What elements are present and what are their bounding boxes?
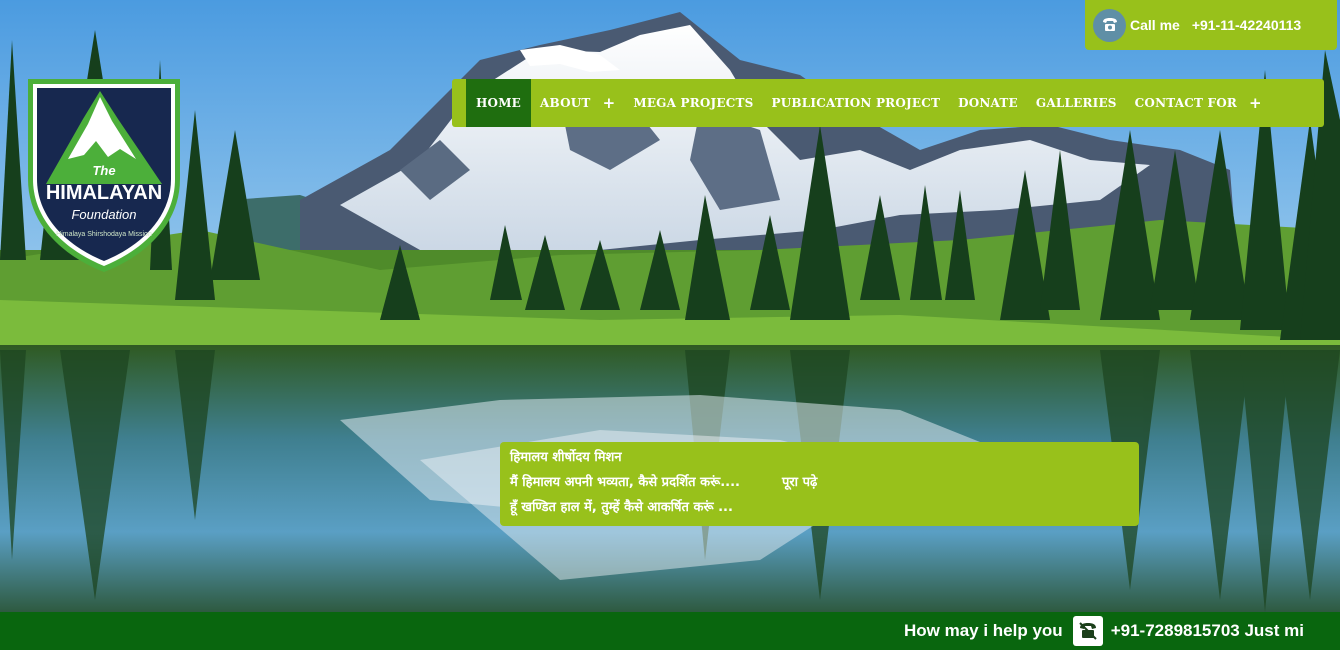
help-contact-number[interactable]: +91-7289815703 Just mi: [1111, 621, 1304, 641]
poem-line-2: हूँ खण्डित हाल में, तुम्हें कैसे आकर्षित…: [510, 500, 733, 515]
nav-galleries[interactable]: GALLERIES: [1027, 79, 1126, 127]
nav-galleries-label: GALLERIES: [1035, 96, 1117, 110]
nav-mega-projects-label: MEGA PROJECTS: [633, 96, 754, 110]
help-ticker-bar: How may i help you +91-7289815703 Just m…: [0, 612, 1340, 650]
poem-line-1-row: मैं हिमालय अपनी भव्यता, कैसे प्रदर्शित क…: [510, 470, 1129, 495]
plus-icon[interactable]: +: [603, 94, 616, 112]
telephone-icon: [1072, 616, 1103, 646]
call-label: Call me: [1130, 17, 1180, 33]
call-box[interactable]: Call me +91-11-42240113: [1085, 0, 1337, 50]
nav-home-label: HOME: [476, 96, 522, 110]
nav-mega-projects[interactable]: MEGA PROJECTS: [624, 79, 762, 127]
nav-home[interactable]: HOME: [466, 79, 532, 127]
logo-text-foundation: Foundation: [71, 207, 137, 222]
logo-arc-text: Himalaya Shirshodaya Mission: [56, 231, 152, 238]
poem-line-1: मैं हिमालय अपनी भव्यता, कैसे प्रदर्शित क…: [510, 475, 740, 490]
read-more-link[interactable]: पूरा पढ़े: [782, 470, 817, 495]
nav-publication-project-label: PUBLICATION PROJECT: [771, 96, 941, 110]
nav-contact-for[interactable]: CONTACT FOR +: [1126, 79, 1271, 127]
call-number-link[interactable]: +91-11-42240113: [1192, 17, 1301, 33]
help-ticker: How may i help you +91-7289815703 Just m…: [904, 612, 1304, 650]
nav-donate-label: DONATE: [958, 96, 1018, 110]
main-navigation: HOME ABOUT + MEGA PROJECTS PUBLICATION P…: [452, 79, 1324, 127]
logo-text-the: The: [92, 163, 116, 178]
phone-icon: [1093, 8, 1126, 42]
poem-excerpt-box: हिमालय शीर्षोदय मिशन मैं हिमालय अपनी भव्…: [500, 442, 1139, 526]
nav-about-label: ABOUT: [540, 96, 591, 110]
nav-about[interactable]: ABOUT +: [531, 79, 624, 127]
nav-publication-project[interactable]: PUBLICATION PROJECT: [763, 79, 950, 127]
plus-icon[interactable]: +: [1249, 94, 1262, 112]
nav-donate[interactable]: DONATE: [949, 79, 1027, 127]
help-text: How may i help you: [904, 621, 1063, 640]
poem-title: हिमालय शीर्षोदय मिशन: [510, 450, 622, 465]
foundation-logo[interactable]: The HIMALAYAN Foundation Himalaya Shirsh…: [28, 79, 180, 272]
nav-contact-for-label: CONTACT FOR: [1134, 96, 1238, 110]
logo-text-himalayan: HIMALAYAN: [45, 182, 163, 204]
